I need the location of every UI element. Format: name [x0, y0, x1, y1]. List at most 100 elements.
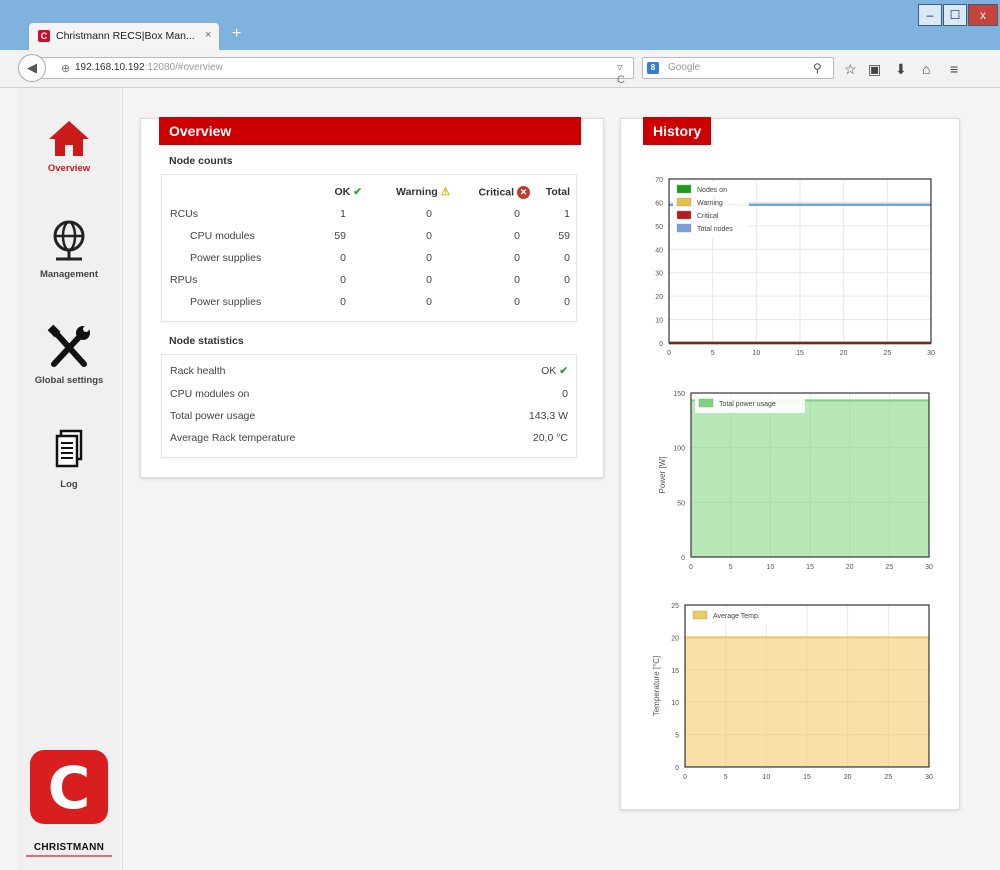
- table-header-row: OK ✔ Warning ⚠ Critical ✕ Total: [170, 181, 570, 203]
- x-tick-label: 30: [927, 350, 935, 357]
- y-tick-label: 20: [671, 635, 679, 642]
- x-tick-label: 10: [752, 350, 760, 357]
- legend-label: Warning: [697, 200, 723, 207]
- y-tick-label: 50: [677, 500, 685, 507]
- window-titlebar: C Christmann RECS|Box Man... × + – ☐ x: [0, 0, 1000, 50]
- node-statistics-box: Rack health OK ✔ CPU modules on 0 Total …: [161, 354, 577, 458]
- y-axis-label: Temperature [°C]: [652, 656, 661, 717]
- bookmarks-list-icon[interactable]: ▣: [868, 61, 881, 78]
- history-title: History: [643, 117, 712, 145]
- home-icon: [49, 121, 89, 156]
- history-panel: History 0 5 10 15 20 25 30 0 10 20 30 40 50 60 70 Nodes…: [620, 117, 960, 810]
- search-placeholder: Google: [668, 62, 701, 73]
- x-tick-label: 20: [846, 564, 854, 571]
- x-tick-label: 5: [729, 564, 733, 571]
- y-tick-label: 0: [675, 765, 679, 772]
- search-go-icon[interactable]: ⚲: [813, 61, 822, 75]
- y-tick-label: 25: [671, 603, 679, 610]
- y-tick-label: 0: [681, 555, 685, 562]
- close-window-button[interactable]: x: [968, 4, 998, 26]
- menu-icon[interactable]: ≡: [950, 61, 958, 77]
- table-row: CPU modules 59 0 0 59: [190, 230, 570, 242]
- x-tick-label: 0: [667, 350, 671, 357]
- downloads-icon[interactable]: ⬇: [895, 61, 907, 78]
- x-tick-label: 25: [884, 774, 892, 781]
- x-tick-label: 15: [803, 774, 811, 781]
- y-tick-label: 30: [655, 271, 663, 278]
- legend-swatch: [676, 197, 692, 207]
- y-tick-label: 10: [671, 700, 679, 707]
- sidebar-item-global-settings[interactable]: Global settings: [18, 324, 120, 386]
- page-content: Overview Management Global settings Log …: [0, 88, 1000, 870]
- tab-title: Christmann RECS|Box Man...: [56, 30, 195, 42]
- legend-label: Average Temp.: [713, 613, 760, 620]
- browser-tab[interactable]: C Christmann RECS|Box Man... ×: [28, 22, 220, 50]
- ok-check-icon: ✔: [353, 186, 362, 198]
- christmann-favicon-icon: C: [38, 30, 50, 42]
- logo-subline: [26, 855, 112, 857]
- node-counts-box: OK ✔ Warning ⚠ Critical ✕ Total RCUs 1 0…: [161, 174, 577, 322]
- sidebar-item-label: Log: [60, 479, 78, 490]
- back-button[interactable]: ◀: [18, 54, 46, 82]
- legend-label: Total power usage: [719, 401, 776, 408]
- new-tab-button[interactable]: +: [232, 25, 241, 43]
- tools-icon: [47, 324, 90, 367]
- reload-icon[interactable]: ▿ C: [617, 61, 633, 86]
- col-critical: Critical ✕: [450, 181, 530, 203]
- document-icon: [55, 429, 83, 468]
- x-tick-label: 30: [925, 774, 933, 781]
- overview-title: Overview: [159, 117, 581, 145]
- stat-row-avg-temperature: Average Rack temperature 20,0 °C: [170, 432, 568, 444]
- minimize-button[interactable]: –: [918, 4, 942, 26]
- y-tick-label: 40: [655, 247, 663, 254]
- sidebar-item-label: Overview: [47, 163, 91, 174]
- site-identity-icon[interactable]: ⊕: [61, 62, 70, 75]
- x-tick-label: 25: [883, 350, 891, 357]
- search-engine-icon[interactable]: 8: [647, 62, 659, 74]
- y-tick-label: 10: [655, 318, 663, 325]
- legend-swatch: [676, 210, 692, 220]
- legend-swatch: [676, 223, 692, 233]
- y-tick-label: 100: [673, 446, 685, 453]
- search-bar[interactable]: 8 Google ⚲: [642, 57, 834, 79]
- browser-navbar: ⊕ 192.168.10.192:12080/#overview ▿ C ◀ 8…: [0, 50, 1000, 88]
- overview-panel: Overview Node counts OK ✔ Warning ⚠ Crit…: [140, 117, 604, 478]
- x-tick-label: 0: [683, 774, 687, 781]
- rack-health-check-icon: ✔: [559, 365, 568, 377]
- chart-node-counts: 0 5 10 15 20 25 30 0 10 20 30 40 50 60 70 Nodes on Warni…: [655, 177, 935, 357]
- x-tick-label: 20: [844, 774, 852, 781]
- stat-row-cpu-modules-on: CPU modules on 0: [170, 388, 568, 400]
- x-tick-label: 5: [724, 774, 728, 781]
- globe-icon: [53, 220, 85, 261]
- y-tick-label: 60: [655, 200, 663, 207]
- stat-row-rack-health: Rack health OK ✔: [170, 365, 568, 377]
- x-tick-label: 0: [689, 564, 693, 571]
- y-tick-label: 20: [655, 294, 663, 301]
- sidebar-item-overview[interactable]: Overview: [18, 118, 120, 174]
- sidebar-item-label: Global settings: [34, 375, 104, 386]
- home-page-icon[interactable]: ⌂: [922, 61, 930, 77]
- bookmark-star-icon[interactable]: ☆: [844, 61, 857, 78]
- legend-label: Nodes on: [697, 187, 727, 194]
- table-row: Power supplies 0 0 0 0: [190, 296, 570, 308]
- y-tick-label: 5: [675, 733, 679, 740]
- logo-text: CHRISTMANN: [33, 842, 105, 853]
- y-tick-label: 0: [659, 341, 663, 348]
- tab-close-icon[interactable]: ×: [205, 29, 211, 41]
- x-tick-label: 25: [885, 564, 893, 571]
- maximize-button[interactable]: ☐: [943, 4, 967, 26]
- legend-swatch: [676, 184, 692, 194]
- col-total: Total: [545, 186, 570, 198]
- stat-row-total-power: Total power usage 143,3 W: [170, 410, 568, 422]
- url-bar[interactable]: ⊕ 192.168.10.192:12080/#overview ▿ C: [22, 57, 634, 86]
- table-row: RCUs 1 0 0 1: [170, 208, 570, 220]
- node-statistics-title: Node statistics: [169, 335, 244, 347]
- node-counts-title: Node counts: [169, 155, 233, 167]
- chart-temperature: 0 5 10 15 20 25 30 0 5 10 15 20 25 Temperature [°C] Av…: [652, 603, 933, 781]
- url-text: 192.168.10.192:12080/#overview: [75, 62, 223, 73]
- y-tick-label: 15: [671, 668, 679, 675]
- sidebar-item-label: Management: [39, 269, 99, 280]
- christmann-logo: C: [30, 750, 108, 824]
- sidebar-item-management[interactable]: Management: [18, 218, 120, 280]
- sidebar-item-log[interactable]: Log: [18, 428, 120, 490]
